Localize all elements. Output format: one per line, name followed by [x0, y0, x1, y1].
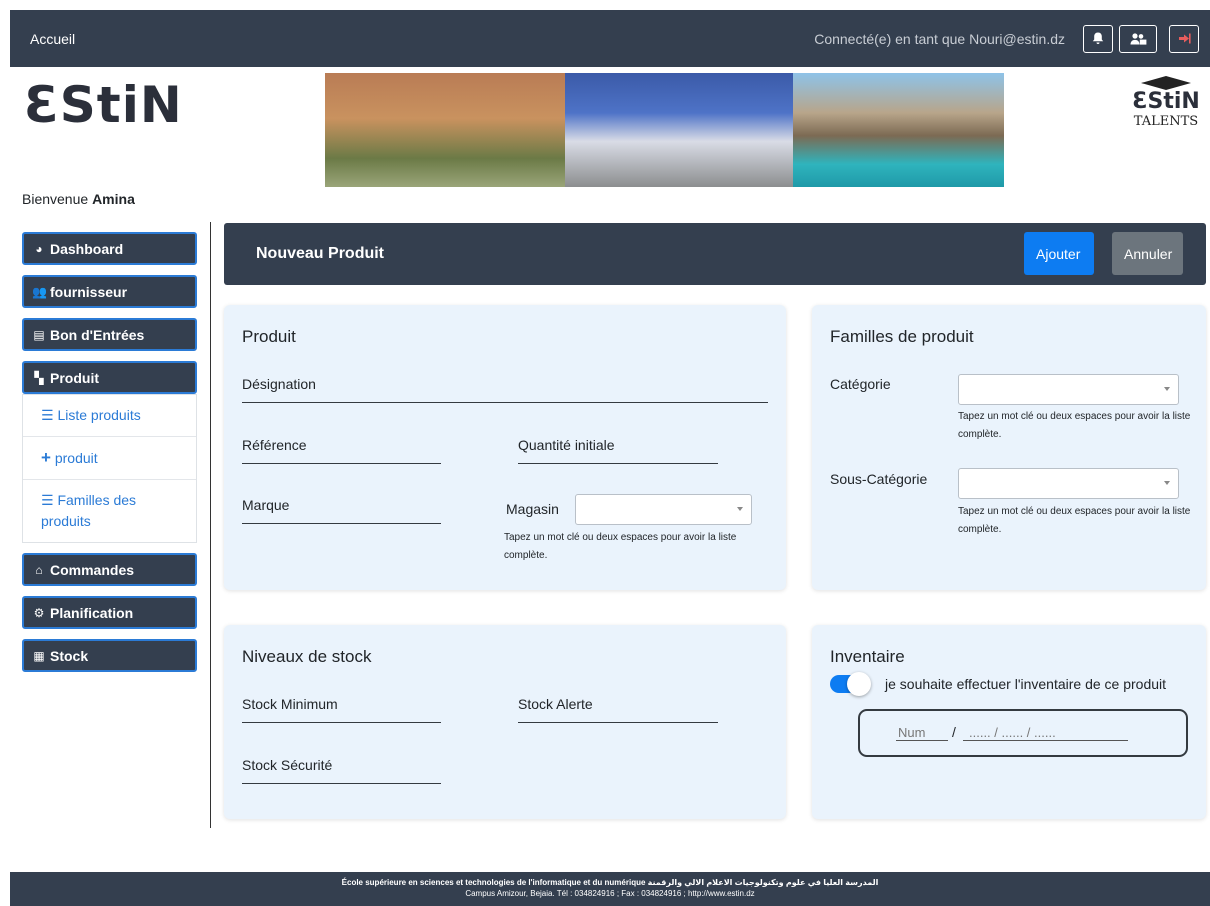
file-icon: ▤ — [33, 327, 45, 342]
welcome-text: Bienvenue Amina — [22, 191, 135, 207]
magasin-select[interactable] — [575, 494, 752, 525]
categorie-label: Catégorie — [830, 376, 891, 392]
home-link[interactable]: Accueil — [30, 31, 75, 47]
produit-card-title: Produit — [242, 327, 296, 346]
sidebar-item-stock[interactable]: ▦ Stock — [22, 639, 197, 672]
plus-icon: + — [41, 448, 51, 467]
cogs-icon: ⚙ — [33, 605, 45, 620]
connected-user-text: Connecté(e) en tant que Nouri@estin.dz — [814, 30, 1065, 47]
users-icon — [1130, 32, 1146, 45]
inventaire-input-box: Num / ...... / ...... / ...... — [858, 709, 1188, 757]
logout-icon — [1178, 33, 1191, 44]
stock-securite-field[interactable]: Stock Sécurité — [242, 757, 441, 784]
submenu-item-familles-produits[interactable]: ☰ Familles des produits — [23, 480, 196, 542]
magasin-label: Magasin — [506, 501, 559, 517]
inventaire-date-input[interactable]: ...... / ...... / ...... — [963, 725, 1128, 741]
page-title: Nouveau Produit — [256, 245, 385, 262]
familles-card-title: Familles de produit — [830, 327, 974, 346]
sidebar-divider — [210, 222, 211, 828]
add-button[interactable]: Ajouter — [1024, 232, 1094, 275]
sidebar-item-dashboard[interactable]: ◕ Dashboard — [22, 232, 197, 265]
sidebar: ◕ Dashboard 👥 fournisseur ▤ Bon d'Entrée… — [22, 232, 197, 682]
quantite-initiale-field[interactable]: Quantité initiale — [518, 437, 718, 464]
chevron-down-icon — [1164, 387, 1170, 391]
produit-submenu: ☰ Liste produits + produit ☰ Familles de… — [22, 394, 197, 543]
categorie-help-text: Tapez un mot clé ou deux espaces pour av… — [958, 411, 1191, 440]
footer-line-2: Campus Amizour, Bejaia. Tél : 034824916 … — [465, 889, 755, 898]
sidebar-item-produit[interactable]: ▚ Produit — [22, 361, 197, 394]
chevron-down-icon — [737, 507, 743, 511]
inventaire-toggle[interactable] — [830, 672, 871, 696]
page-header: Nouveau Produit Ajouter Annuler — [224, 223, 1206, 285]
logout-button[interactable] — [1169, 24, 1199, 53]
stock-alerte-field[interactable]: Stock Alerte — [518, 696, 718, 723]
basket-icon: ⌂ — [35, 562, 43, 577]
inventaire-card-title: Inventaire — [830, 647, 905, 666]
users-icon: 👥 — [32, 284, 47, 299]
users-button[interactable] — [1119, 24, 1157, 53]
topbar-right: Connecté(e) en tant que Nouri@estin.dz — [814, 24, 1210, 53]
sidebar-item-planification[interactable]: ⚙ Planification — [22, 596, 197, 629]
sidebar-item-bon-entrees[interactable]: ▤ Bon d'Entrées — [22, 318, 197, 351]
list-icon: ☰ — [41, 492, 54, 508]
cancel-button[interactable]: Annuler — [1112, 232, 1183, 275]
sous-categorie-select[interactable] — [958, 468, 1179, 499]
stock-levels-card: Niveaux de stock Stock Minimum Stock Ale… — [224, 625, 786, 819]
estin-talents-logo: ƐStiN TALENTS — [1124, 76, 1208, 129]
inventaire-card: Inventaire je souhaite effectuer l'inven… — [812, 625, 1206, 819]
sous-categorie-label: Sous-Catégorie — [830, 471, 928, 487]
chevron-down-icon — [1164, 481, 1170, 485]
estin-logo: ƐStiN — [24, 76, 183, 134]
marque-field[interactable]: Marque — [242, 497, 441, 524]
notifications-button[interactable] — [1083, 24, 1113, 53]
user-name: Amina — [92, 191, 135, 207]
familles-card: Familles de produit Catégorie Tapez un m… — [812, 305, 1206, 590]
submenu-item-produit[interactable]: + produit — [23, 437, 196, 480]
inventaire-num-input[interactable]: Num — [896, 725, 948, 741]
sidebar-item-commandes[interactable]: ⌂ Commandes — [22, 553, 197, 586]
list-icon: ☰ — [41, 407, 54, 423]
campus-banner-image — [325, 73, 1004, 187]
inventaire-separator: / — [952, 724, 956, 740]
sous-categorie-help-text: Tapez un mot clé ou deux espaces pour av… — [958, 506, 1191, 535]
bell-icon — [1092, 32, 1104, 44]
boxes-icon: ▚ — [34, 370, 44, 385]
submenu-item-liste-produits[interactable]: ☰ Liste produits — [23, 395, 196, 437]
designation-field[interactable]: Désignation — [242, 376, 768, 403]
inventaire-toggle-label: je souhaite effectuer l'inventaire de ce… — [885, 676, 1167, 692]
stock-levels-card-title: Niveaux de stock — [242, 647, 372, 666]
toggle-knob — [847, 672, 871, 696]
categorie-select[interactable] — [958, 374, 1179, 405]
sidebar-item-fournisseur[interactable]: 👥 fournisseur — [22, 275, 197, 308]
warehouse-icon: ▦ — [33, 648, 45, 663]
footer-line-1: École supérieure en sciences et technolo… — [341, 878, 879, 887]
stock-minimum-field[interactable]: Stock Minimum — [242, 696, 441, 723]
top-navbar: Accueil Connecté(e) en tant que Nouri@es… — [10, 10, 1210, 67]
magasin-help-text: Tapez un mot clé ou deux espaces pour av… — [504, 532, 737, 561]
produit-card: Produit Désignation Référence Quantité i… — [224, 305, 786, 590]
chart-pie-icon: ◕ — [35, 241, 43, 256]
graduation-cap-icon — [1141, 76, 1191, 90]
reference-field[interactable]: Référence — [242, 437, 441, 464]
footer: École supérieure en sciences et technolo… — [10, 872, 1210, 906]
